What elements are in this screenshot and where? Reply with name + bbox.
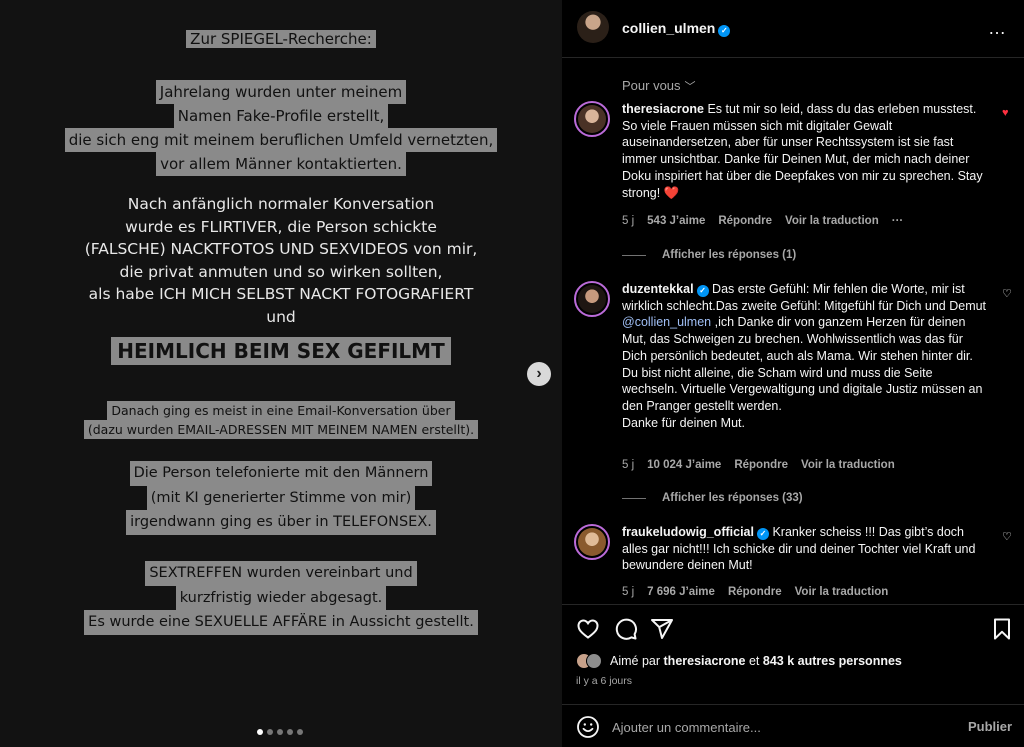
translate-button[interactable]: Voir la traduction [801,459,895,471]
verified-badge-icon: ✓ [696,285,709,298]
post-image-slide[interactable]: Zur SPIEGEL-Recherche: Jahrelang wurden … [0,0,562,747]
comment-input[interactable] [612,715,952,739]
comment-meta: 5 j 543 J’aime Répondre Voir la traducti… [622,215,903,227]
translate-button[interactable]: Voir la traduction [795,586,889,598]
verified-badge-icon: ✓ [756,528,769,541]
owner-username-row[interactable]: collien_ulmen ✓ [622,20,731,37]
comment-mention-link[interactable]: @collien_ulmen [622,315,711,329]
comment-meta: 5 j 10 024 J’aime Répondre Voir la tradu… [622,459,895,471]
comment-username[interactable]: theresiacrone [622,102,704,116]
likes-prefix: Aimé par [610,654,661,668]
view-replies-button[interactable]: Afficher les réponses (33) [622,492,803,504]
slide-line: Namen Fake-Profile erstellt, [173,104,389,128]
save-bookmark-icon[interactable] [990,617,1014,641]
likes-user-link[interactable]: theresiacrone [664,654,746,668]
slide-line: Es wurde eine SEXUELLE AFFÄRE in Aussich… [84,610,478,635]
slide-block-c: Danach ging es meist in eine Email-Konve… [0,401,562,439]
slide-block-a: Jahrelang wurden unter meinem Namen Fake… [0,80,562,176]
like-comment-heart-icon[interactable]: ♡ [1002,287,1012,300]
slide-line: Die Person telefonierte mit den Männern [129,461,433,486]
carousel-dot-active [257,729,263,735]
post-actions-bar [562,604,1024,648]
comment-body: theresiacrone Es tut mir so leid, dass d… [622,101,990,201]
slide-line: die privat anmuten und so wirken sollten… [119,262,443,281]
commenter-avatar[interactable] [574,281,610,317]
more-options-icon[interactable]: … [988,18,1006,39]
carousel-dot [277,729,283,735]
like-comment-heart-icon[interactable]: ♡ [1002,530,1012,543]
carousel-dot [297,729,303,735]
verified-badge-icon: ✓ [718,24,731,37]
comment-time: 5 j [622,586,635,598]
slide-line: (dazu wurden EMAIL-ADRESSEN MIT MEINEM N… [83,420,479,439]
slide-line: wurde es FLIRTIVER, die Person schickte [125,217,437,236]
slide-line: die sich eng mit meinem beruflichen Umfe… [64,128,498,152]
comment-text: ,ich Danke dir von ganzem Herzen für dei… [622,315,983,413]
comment-likes[interactable]: 543 J’aime [647,215,705,227]
comment-meta: 5 j 7 696 J’aime Répondre Voir la traduc… [622,586,888,598]
slide-line: Jahrelang wurden unter meinem [155,80,407,104]
owner-username[interactable]: collien_ulmen [622,20,715,36]
like-comment-heart-icon[interactable]: ♥ [1002,107,1009,119]
owner-avatar[interactable] [577,11,609,43]
comment-bubble-icon[interactable] [614,617,638,641]
slide-line: irgendwann ging es über in TELEFONSEX. [126,510,436,535]
comment-text: Es tut mir so leid, dass du das erleben … [622,102,983,200]
comment-username[interactable]: fraukeludowig_official [622,525,754,539]
add-comment-bar: Publier [562,704,1024,747]
sort-label: Pour vous [622,78,681,93]
commenter-avatar[interactable] [574,524,610,560]
carousel-dot [267,729,273,735]
sort-dropdown[interactable]: Pour vous ﹀ [622,78,696,94]
view-replies-label: Afficher les réponses (1) [662,249,797,261]
post-time-ago[interactable]: il y a 6 jours [576,675,632,687]
slide-block-e: SEXTREFFEN wurden vereinbart und kurzfri… [0,561,562,635]
reply-button[interactable]: Répondre [734,459,788,471]
comment-likes[interactable]: 10 024 J’aime [647,459,721,471]
chevron-down-icon: ﹀ [684,81,696,93]
next-slide-icon[interactable]: › [527,362,551,386]
slide-block-d: Die Person telefonierte mit den Männern … [0,461,562,535]
slide-title: Zur SPIEGEL-Recherche: [0,30,562,48]
slide-line: (mit KI generierter Stimme von mir) [146,485,416,510]
comment-more-icon[interactable]: ··· [892,215,904,227]
share-send-icon[interactable] [650,617,674,641]
comment-time: 5 j [622,459,635,471]
emoji-icon[interactable] [576,715,600,739]
comment-body: duzentekkal ✓ Das erste Gefühl: Mir fehle… [622,281,990,431]
view-replies-label: Afficher les réponses (33) [662,492,803,504]
reply-button[interactable]: Répondre [718,215,772,227]
slide-line: Nach anfänglich normaler Konversation [127,195,435,213]
slide-heimlich: HEIMLICH BEIM SEX GEFILMT [0,337,562,365]
reply-button[interactable]: Répondre [728,586,782,598]
likes-summary: Aimé par theresiacrone et 843 k autres p… [576,653,902,669]
comment-body: fraukeludowig_official ✓ Kranker scheiss … [622,524,990,574]
slide-block-b: Nach anfänglich normaler Konversation wu… [0,193,562,328]
slide-line: als habe ICH MICH SELBST NACKT FOTOGRAFI… [88,285,474,303]
slide-line: vor allem Männer kontaktierten. [156,152,406,176]
publish-button[interactable]: Publier [968,719,1012,734]
post-panel: collien_ulmen ✓ … Pour vous ﹀ theresiacron… [562,0,1024,747]
carousel-dots [257,729,303,735]
like-heart-icon[interactable] [576,617,600,641]
slide-heimlich-text: HEIMLICH BEIM SEX GEFILMT [111,337,451,365]
comment-username[interactable]: duzentekkal [622,282,694,296]
slide-line: Danach ging es meist in eine Email-Konve… [107,401,455,420]
translate-button[interactable]: Voir la traduction [785,215,879,227]
commenter-avatar[interactable] [574,101,610,137]
slide-line: SEXTREFFEN wurden vereinbart und [145,561,417,586]
comment-text: Danke für deinen Mut. [622,415,745,430]
view-replies-button[interactable]: Afficher les réponses (1) [622,249,796,261]
slide-title-text: Zur SPIEGEL-Recherche: [186,30,376,48]
comment-likes[interactable]: 7 696 J’aime [647,586,715,598]
slide-line: (FALSCHE) NACKTFOTOS UND SEXVIDEOS von m… [84,240,478,258]
slide-line: und [266,307,296,326]
likes-middle: et [748,654,760,668]
comment-time: 5 j [622,215,635,227]
liker-avatar [586,653,602,669]
carousel-dot [287,729,293,735]
likes-others-link[interactable]: 843 k autres personnes [763,654,902,668]
slide-line: kurzfristig wieder abgesagt. [175,585,387,610]
post-header: collien_ulmen ✓ … [562,0,1024,58]
